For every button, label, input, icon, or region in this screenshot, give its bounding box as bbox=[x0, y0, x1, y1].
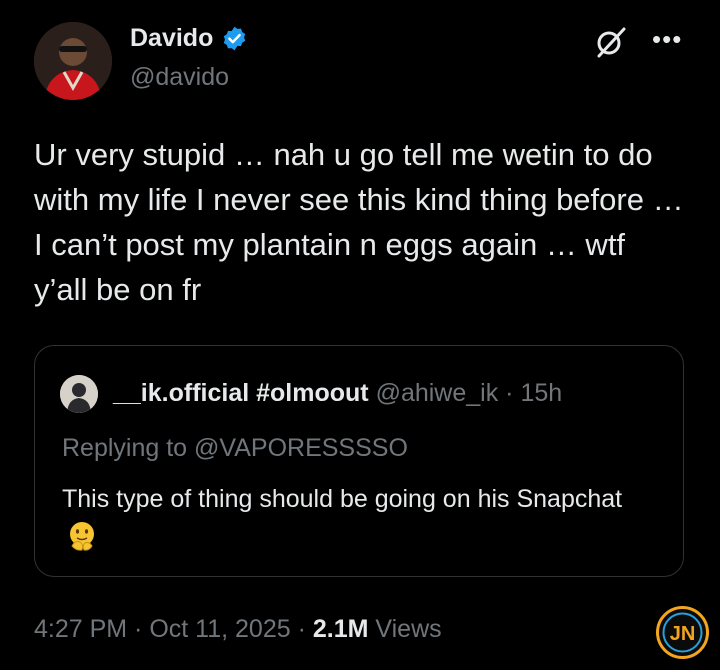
footer-separator: · bbox=[127, 615, 150, 643]
views-count[interactable]: 2.1M bbox=[313, 615, 369, 643]
verified-badge-icon bbox=[224, 26, 246, 51]
quote-separator: · bbox=[498, 379, 521, 407]
footer-separator: · bbox=[290, 615, 313, 643]
shushing-face-emoji bbox=[70, 522, 94, 551]
quote-text: This type of thing should be going on hi… bbox=[62, 485, 623, 513]
author-avatar[interactable] bbox=[34, 22, 112, 100]
quote-author-handle[interactable]: @ahiwe_ik bbox=[376, 379, 499, 407]
jn-watermark-logo: JN bbox=[656, 606, 709, 659]
more-options-icon[interactable]: ••• bbox=[652, 24, 682, 55]
quote-author-name[interactable]: __ik.official #olmoout bbox=[113, 379, 369, 407]
grok-icon[interactable] bbox=[594, 25, 628, 59]
quote-replying-to: Replying to @VAPORESSSSO bbox=[62, 434, 408, 462]
author-name[interactable]: Davido bbox=[130, 24, 213, 53]
tweet-date[interactable]: Oct 11, 2025 bbox=[149, 615, 290, 643]
tweet-metadata: 4:27 PM · Oct 11, 2025 · 2.1M Views bbox=[34, 615, 442, 644]
quoted-tweet[interactable]: __ik.official #olmoout @ahiwe_ik · 15h R… bbox=[34, 345, 684, 577]
tweet-time[interactable]: 4:27 PM bbox=[34, 615, 127, 643]
author-handle[interactable]: @davido bbox=[130, 63, 229, 92]
tweet-text: Ur very stupid … nah u go tell me wetin … bbox=[34, 137, 684, 307]
views-label: Views bbox=[368, 615, 442, 643]
quote-avatar[interactable] bbox=[60, 375, 98, 413]
svg-text:JN: JN bbox=[670, 623, 696, 645]
quote-text-block: This type of thing should be going on hi… bbox=[62, 479, 662, 559]
quote-time: 15h bbox=[520, 379, 563, 407]
